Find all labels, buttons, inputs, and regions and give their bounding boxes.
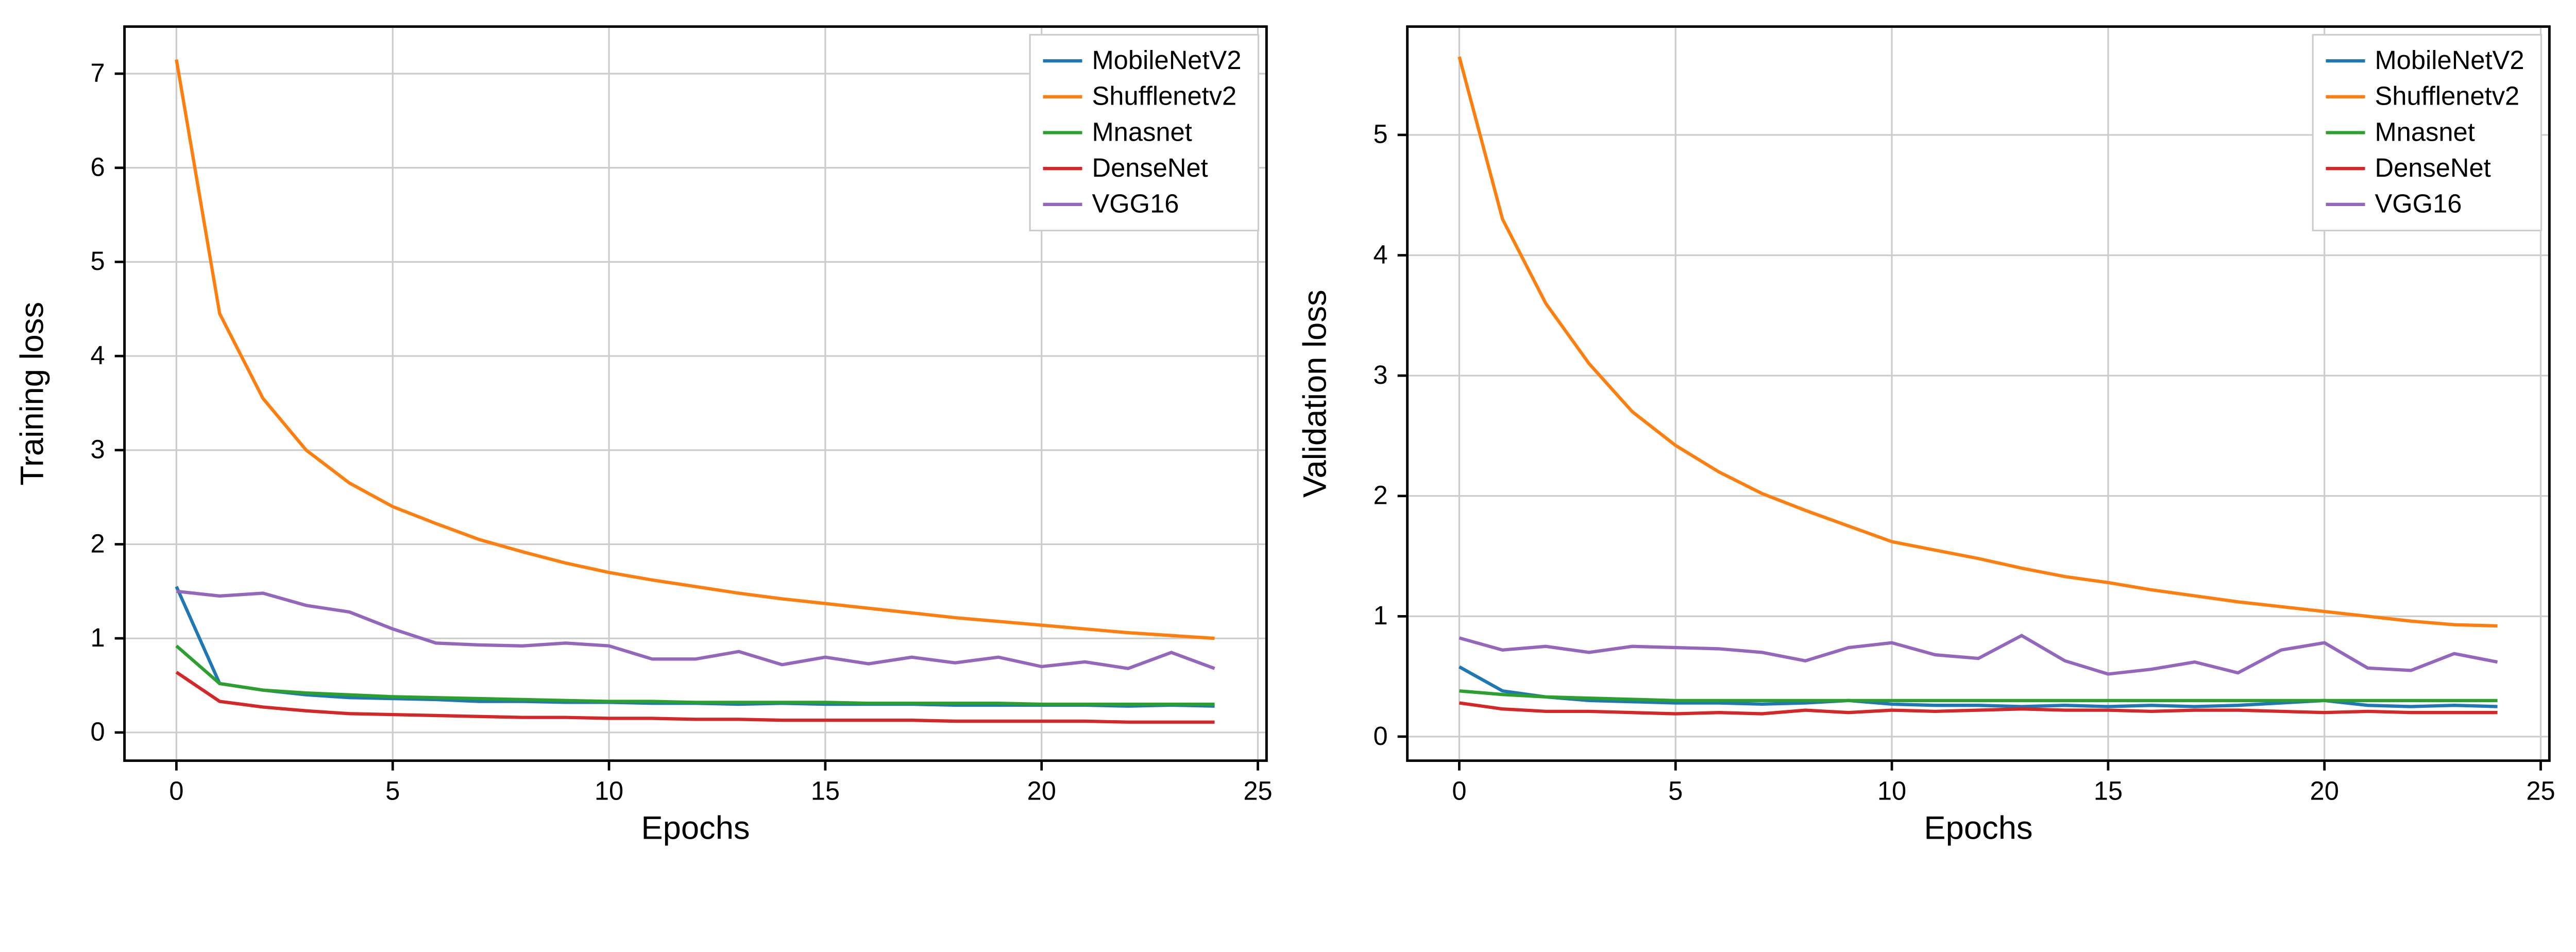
y-tick-label: 5 (1373, 120, 1387, 149)
y-tick-label: 4 (1373, 240, 1387, 269)
x-tick-label: 15 (811, 776, 840, 806)
training-loss-chart: 0 5 10 15 20 25 0 1 2 3 4 5 6 7 Epochs Training loss Mob… (10, 10, 1283, 859)
y-axis-label: Validation loss (1297, 290, 1333, 498)
legend-label: Mnasnet (1092, 117, 1192, 146)
y-tick-label: 3 (90, 435, 105, 464)
x-tick-label: 20 (1027, 776, 1056, 806)
y-tick-label: 2 (90, 529, 105, 558)
legend-label: Shufflenetv2 (1092, 81, 1236, 111)
y-tick-label: 0 (1373, 721, 1387, 751)
y-tick-label: 4 (90, 341, 105, 370)
legend-label: MobileNetV2 (1092, 45, 1241, 75)
legend-label: VGG16 (1092, 189, 1179, 218)
x-tick-label: 10 (595, 776, 623, 806)
charts-row: 051015202501234567EpochsTraining lossMob… (10, 10, 2566, 859)
x-tick-label: 15 (2094, 776, 2123, 806)
validation-loss-chart: 0 5 10 15 20 25 0 1 2 3 4 5 Epochs Validation loss Mob… (1293, 10, 2566, 859)
y-tick-label: 1 (90, 623, 105, 652)
x-tick-label: 20 (2310, 776, 2339, 806)
y-tick-label: 2 (1373, 481, 1387, 510)
x-tick-label: 0 (169, 776, 183, 806)
y-tick-label: 5 (90, 246, 105, 276)
x-tick-label: 25 (2526, 776, 2555, 806)
x-axis-label: Epochs (1924, 810, 2032, 846)
y-axis-label: Training loss (14, 302, 50, 486)
y-tick-label: 1 (1373, 601, 1387, 630)
legend-label: Mnasnet (2375, 117, 2475, 146)
legend-label: Shufflenetv2 (2375, 81, 2519, 111)
y-tick-label: 0 (90, 717, 105, 746)
y-tick-label: 6 (90, 152, 105, 182)
x-tick-label: 25 (1243, 776, 1272, 806)
y-tick-label: 7 (90, 58, 105, 88)
legend-label: DenseNet (1092, 153, 1208, 182)
x-tick-label: 0 (1452, 776, 1466, 806)
x-tick-label: 5 (1668, 776, 1683, 806)
legend-label: VGG16 (2375, 189, 2462, 218)
x-tick-label: 10 (1877, 776, 1906, 806)
x-axis-label: Epochs (641, 810, 750, 846)
legend-label: DenseNet (2375, 153, 2490, 182)
x-tick-label: 5 (385, 776, 400, 806)
y-tick-label: 3 (1373, 360, 1387, 389)
legend-label: MobileNetV2 (2375, 45, 2524, 75)
